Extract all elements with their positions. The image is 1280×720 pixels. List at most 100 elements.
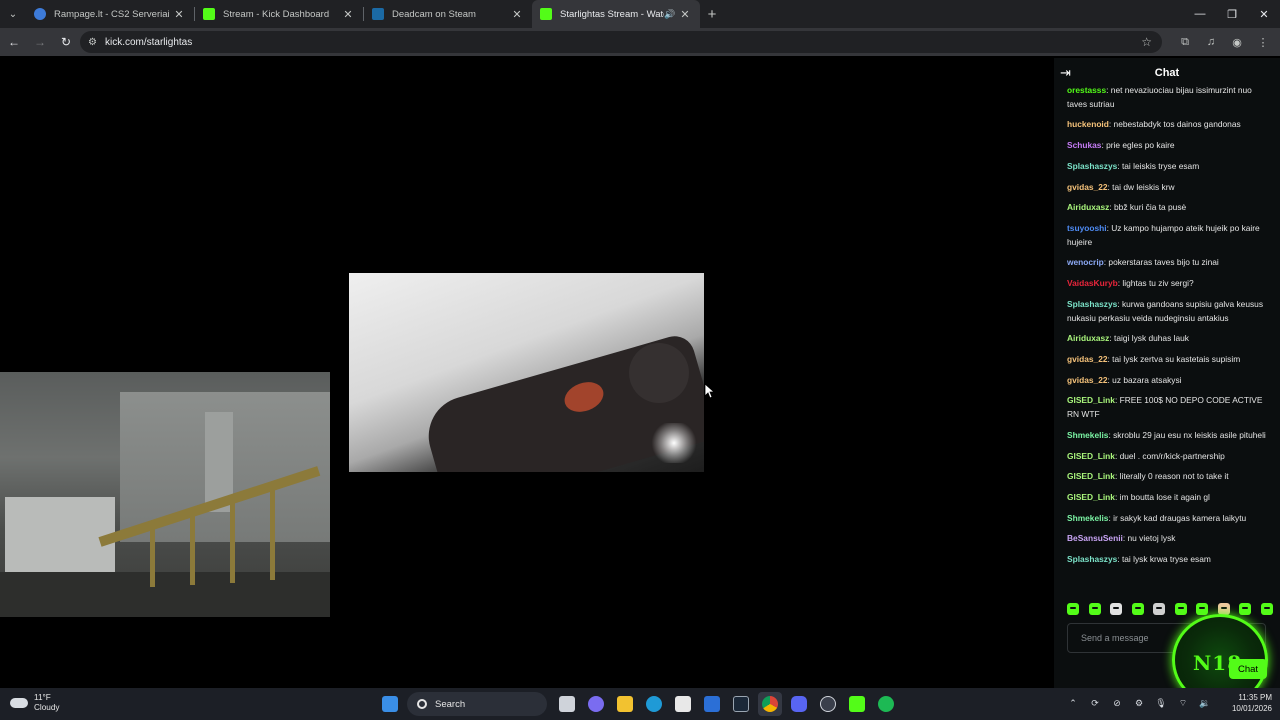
chat-message: GISED_Link: im boutta lose it again gl [1067,491,1273,505]
chat-message: GISED_Link: FREE 100$ NO DEPO CODE ACTIV… [1067,394,1273,422]
chat-username[interactable]: VaidasKuryb [1067,278,1118,288]
close-tab-icon[interactable]: ✕ [510,8,524,21]
chat-message: GISED_Link: duel . com/r/kick-partnershi… [1067,450,1273,464]
chat-text: duel . com/r/kick-partnership [1119,450,1225,461]
close-tab-icon[interactable]: ✕ [341,8,355,21]
microsoft-store-icon[interactable] [671,692,695,716]
chat-message: Shmekelis: ir sakyk kad draugas kamera l… [1067,512,1273,526]
chat-username[interactable]: Splashaszys [1067,161,1117,171]
stream-main-view [349,273,704,472]
chat-username[interactable]: GISED_Link [1067,395,1115,405]
chat-message: tsuyooshi: Uz kampo hujampo ateik hujeik… [1067,222,1273,250]
chat-message: orestasss: net nevaziuociau bijau issimu… [1067,84,1273,112]
chat-username[interactable]: tsuyooshi [1067,223,1107,233]
chat-username[interactable]: GISED_Link [1067,471,1115,481]
chat-username[interactable]: Schukas [1067,140,1101,150]
file-explorer-icon[interactable] [613,692,637,716]
spotify-icon[interactable] [874,692,898,716]
video-player[interactable] [0,58,1054,688]
volume-icon[interactable]: 🔉 [1194,698,1216,709]
chat-send-button[interactable]: Chat [1229,659,1267,679]
mail-icon[interactable] [700,692,724,716]
back-arrow-icon[interactable]: ← [2,30,26,54]
chat-username[interactable]: Airiduxasz [1067,202,1109,212]
kick-favicon-icon [203,8,215,20]
chat-text: ir sakyk kad draugas kamera laikytu [1113,512,1247,523]
chat-message: VaidasKuryb: lightas tu ziv sergi? [1067,277,1273,291]
settings-icon[interactable]: ⚙ [1128,698,1150,709]
windows-start-icon[interactable] [378,692,402,716]
emote-icon[interactable] [1110,603,1123,615]
emote-icon[interactable] [1153,603,1166,615]
taskbar-search[interactable]: Search [407,692,547,716]
chat-username[interactable]: Shmekelis [1067,430,1108,440]
steam-icon[interactable] [729,692,753,716]
emote-icon[interactable] [1239,603,1252,615]
chat-message: gvidas_22: tai lysk zertva su kastetais … [1067,353,1273,367]
emote-icon[interactable] [1196,603,1209,615]
tab-starlightas-stream[interactable]: Starlightas Stream - Watch Live on Kick … [532,0,700,28]
wifi-icon[interactable]: ⌔ [1172,698,1194,709]
chat-text: nebestabdyk tos dainos gandonas [1113,119,1241,130]
chrome-icon[interactable] [758,692,782,716]
emote-icon[interactable] [1174,603,1187,615]
network-off-icon[interactable]: ⊘ [1106,698,1128,709]
toolbar-right: ⧉ ♫ ◉ ⋮ [1172,28,1276,56]
tab-search-button[interactable]: ⌄ [0,0,26,28]
app-icon[interactable] [816,692,840,716]
restore-icon[interactable]: ❐ [1216,0,1248,28]
sync-icon[interactable]: ⟳ [1084,698,1106,709]
tab-rampage[interactable]: Rampage.lt - CS2 Serveriai ✕ [26,0,194,28]
minimize-icon[interactable]: — [1184,0,1216,28]
chat-message-list[interactable]: orestasss: net nevaziuociau bijau issimu… [1067,84,1273,592]
chat-message: GISED_Link: literally 0 reason not to ta… [1067,470,1273,484]
chat-text: tai lysk krwa tryse esam [1121,553,1211,564]
weather-widget[interactable]: 11°F Cloudy [10,693,60,713]
tab-deadcam-steam[interactable]: Deadcam on Steam ✕ [364,0,532,28]
chat-username[interactable]: Airiduxasz [1067,333,1109,343]
chat-username[interactable]: gvidas_22 [1067,182,1108,192]
chat-username[interactable]: gvidas_22 [1067,375,1108,385]
chat-username[interactable]: wenocrip [1067,257,1104,267]
close-tab-icon[interactable]: ✕ [678,8,692,21]
chat-username[interactable]: gvidas_22 [1067,354,1108,364]
chat-username[interactable]: Splashaszys [1067,299,1117,309]
system-clock[interactable]: 11:35 PM 10/01/2026 [1222,692,1272,714]
chat-username[interactable]: Shmekelis [1067,513,1108,523]
chat-username[interactable]: Splashaszys [1067,554,1117,564]
forward-arrow-icon[interactable]: → [28,30,52,54]
copilot-icon[interactable] [584,692,608,716]
chat-text: nu vietoj lysk [1127,533,1176,544]
extensions-icon[interactable]: ⧉ [1172,36,1198,49]
chat-username[interactable]: GISED_Link [1067,492,1115,502]
task-view-icon[interactable] [555,692,579,716]
address-bar[interactable]: ⚙ kick.com/starlightas ☆ [80,31,1162,53]
emote-icon[interactable] [1067,603,1079,615]
chat-username[interactable]: orestasss [1067,85,1106,95]
new-tab-button[interactable]: + [700,6,724,23]
profile-icon[interactable]: ◉ [1224,36,1250,49]
chat-username[interactable]: GISED_Link [1067,451,1115,461]
system-tray: ⌃ ⟳ ⊘ ⚙ 🎙 ⌔ 🔉 11:35 PM 10/01/2026 [1062,692,1272,714]
emote-icon[interactable] [1088,603,1101,615]
chat-text: lightas tu ziv sergi? [1122,278,1194,289]
reload-icon[interactable]: ↻ [54,30,78,54]
discord-icon[interactable] [787,692,811,716]
chevron-up-icon[interactable]: ⌃ [1062,698,1084,709]
site-info-icon[interactable]: ⚙ [88,37,97,48]
close-tab-icon[interactable]: ✕ [172,8,186,21]
emote-icon[interactable] [1260,603,1273,615]
edge-browser-icon[interactable] [642,692,666,716]
bookmark-star-icon[interactable]: ☆ [1141,35,1152,49]
collapse-chat-icon[interactable]: ⇥ [1060,65,1071,81]
chat-username[interactable]: huckenoid [1067,119,1109,129]
close-window-icon[interactable]: ✕ [1248,0,1280,28]
chat-username[interactable]: BeSansuSenii [1067,533,1123,543]
speaker-icon[interactable]: 🔊 [664,9,678,20]
menu-dots-icon[interactable]: ⋮ [1250,36,1276,49]
kick-studio-icon[interactable] [845,692,869,716]
emote-icon[interactable] [1131,603,1144,615]
tab-kick-dashboard[interactable]: Stream - Kick Dashboard ✕ [195,0,363,28]
microphone-icon[interactable]: 🎙 [1150,698,1172,709]
media-controls-icon[interactable]: ♫ [1198,36,1224,48]
